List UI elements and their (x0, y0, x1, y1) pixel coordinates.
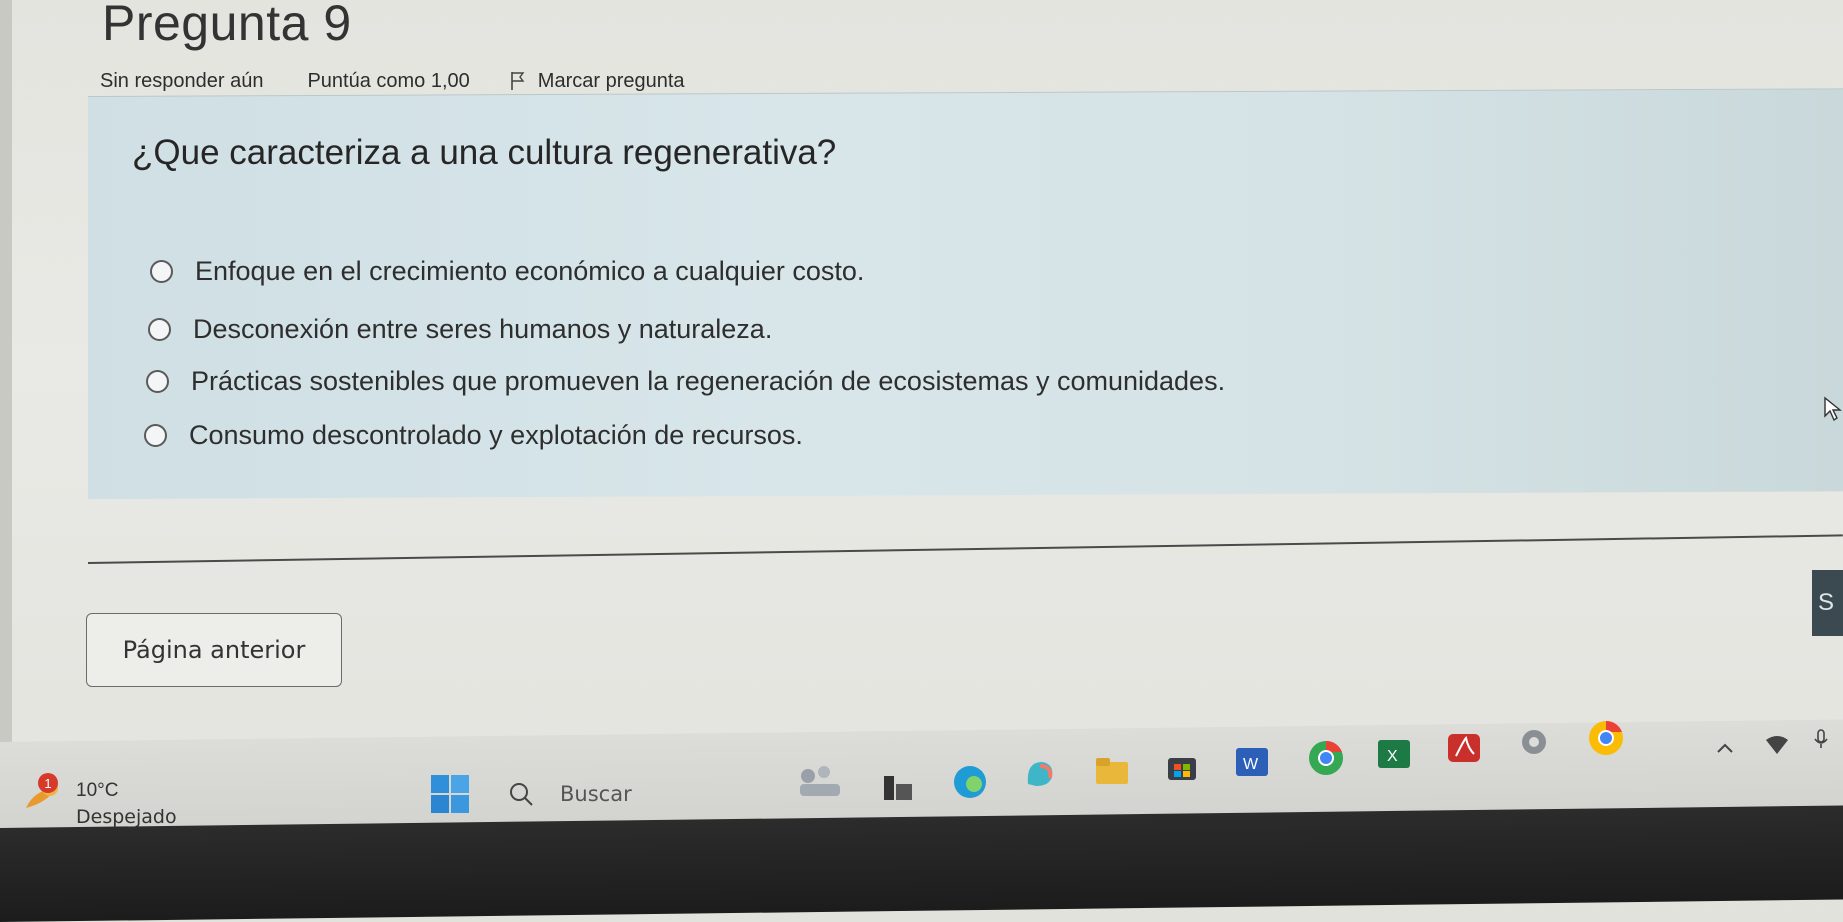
network-icon[interactable] (1764, 734, 1790, 756)
question-title: Pregunta 9 (102, 0, 352, 51)
next-page-button[interactable]: S (1812, 570, 1843, 636)
radio-button[interactable] (148, 318, 171, 341)
answer-option-label: Enfoque en el crecimiento económico a cu… (195, 256, 865, 286)
acrobat-icon[interactable] (1446, 730, 1482, 766)
chevron-up-icon[interactable] (1714, 738, 1736, 760)
answer-option-2[interactable]: Desconexión entre seres humanos y natura… (148, 314, 772, 345)
flag-icon (510, 72, 525, 90)
chrome-profile-icon[interactable] (1586, 718, 1626, 758)
radio-button[interactable] (146, 370, 169, 393)
flag-question-label: Marcar pregunta (537, 69, 685, 92)
excel-icon[interactable]: X (1376, 736, 1412, 772)
flag-question-link[interactable]: Marcar pregunta (510, 70, 685, 93)
mouse-cursor-icon (1824, 396, 1842, 422)
weather-badge: 1 (38, 773, 58, 793)
file-explorer-icon[interactable] (1094, 752, 1130, 788)
question-score: Puntúa como 1,00 (307, 69, 470, 92)
answer-option-3[interactable]: Prácticas sostenibles que promueven la r… (146, 366, 1225, 397)
answer-option-1[interactable]: Enfoque en el crecimiento económico a cu… (150, 256, 864, 287)
search-icon (510, 783, 533, 806)
mic-icon[interactable] (1810, 728, 1832, 750)
answer-option-label: Desconexión entre seres humanos y natura… (193, 314, 773, 344)
widgets-icon[interactable] (790, 762, 850, 802)
question-info: Sin responder aún Puntúa como 1,00 Marca… (100, 68, 685, 94)
weather-temperature[interactable]: 10°C (76, 780, 118, 802)
edge-icon[interactable] (952, 764, 988, 800)
question-status: Sin responder aún (100, 69, 264, 92)
word-icon[interactable]: W (1234, 744, 1270, 780)
answer-option-label: Consumo descontrolado y explotación de r… (189, 420, 803, 450)
settings-icon[interactable] (1516, 724, 1552, 760)
answer-option-4[interactable]: Consumo descontrolado y explotación de r… (144, 420, 803, 451)
copilot-icon[interactable] (1022, 756, 1058, 792)
windows-start-icon[interactable] (430, 774, 470, 814)
question-text: ¿Que caracteriza a una cultura regenerat… (132, 133, 837, 172)
radio-button[interactable] (144, 424, 167, 447)
store-icon[interactable] (1164, 748, 1200, 784)
search-placeholder: Buscar (560, 782, 632, 806)
left-edge (0, 0, 12, 780)
section-divider (88, 534, 1843, 564)
answer-option-label: Prácticas sostenibles que promueven la r… (191, 366, 1226, 396)
task-view-icon[interactable] (880, 770, 916, 806)
chrome-icon[interactable] (1306, 738, 1346, 778)
previous-page-button[interactable]: Página anterior (86, 613, 342, 687)
svg-text:X: X (1387, 748, 1398, 765)
taskbar-search[interactable]: Buscar (508, 776, 748, 812)
svg-text:W: W (1243, 756, 1259, 773)
radio-button[interactable] (150, 260, 173, 283)
weather-description[interactable]: Despejado (76, 806, 177, 828)
